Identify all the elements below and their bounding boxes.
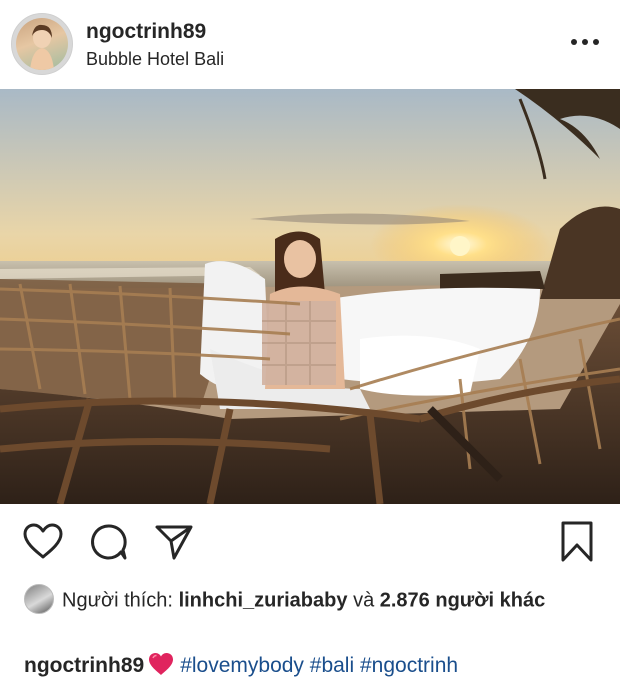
red-heart-icon	[148, 652, 174, 676]
post-location[interactable]: Bubble Hotel Bali	[86, 49, 224, 70]
share-icon[interactable]	[154, 522, 194, 562]
comment-icon[interactable]	[89, 522, 129, 562]
liker-username[interactable]: linhchi_zuriababy	[179, 589, 348, 611]
profile-avatar[interactable]	[11, 13, 73, 75]
liker-avatar[interactable]	[24, 584, 54, 614]
post-caption: ngoctrinh89 #lovemybody #bali #ngoctrinh	[24, 652, 458, 680]
caption-username[interactable]: ngoctrinh89	[24, 654, 144, 677]
post-header: ngoctrinh89 Bubble Hotel Bali	[0, 0, 620, 88]
avatar-image	[16, 18, 68, 70]
post-username[interactable]: ngoctrinh89	[86, 20, 206, 44]
hashtag[interactable]: #lovemybody	[180, 654, 304, 677]
likes-line: Người thích: linhchi_zuriababy và 2.876 …	[24, 584, 594, 616]
post-image[interactable]	[0, 89, 620, 504]
more-horizontal-icon[interactable]	[568, 34, 602, 50]
hashtag[interactable]: #bali	[310, 654, 354, 677]
bookmark-icon[interactable]	[559, 520, 595, 564]
likes-connector: và	[353, 589, 375, 612]
heart-outline-icon[interactable]	[22, 522, 64, 560]
hashtag[interactable]: #ngoctrinh	[360, 654, 458, 677]
action-bar	[0, 518, 620, 568]
likes-others[interactable]: 2.876 người khác	[380, 589, 545, 611]
likes-prefix: Người thích:	[62, 589, 173, 612]
